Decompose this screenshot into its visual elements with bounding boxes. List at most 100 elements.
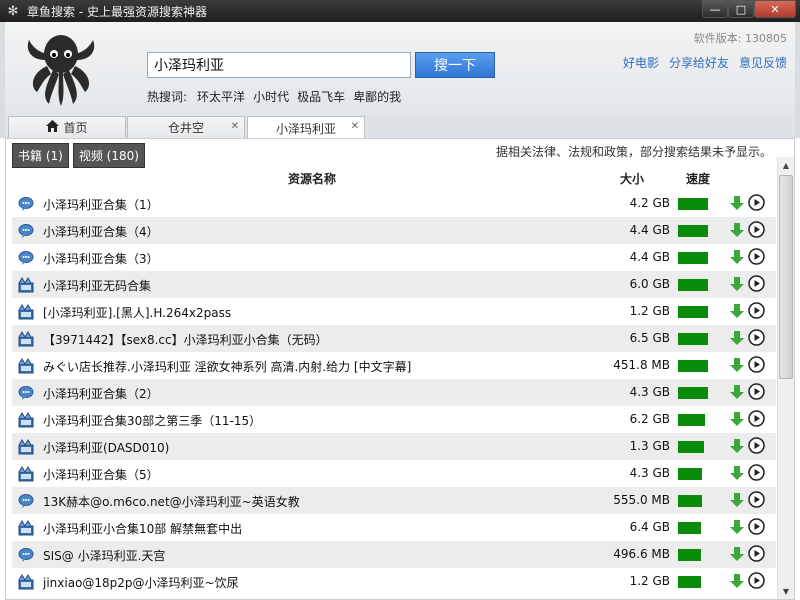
play-icon[interactable] (748, 491, 765, 508)
feedback-link[interactable]: 意见反馈 (739, 54, 787, 71)
resource-name[interactable]: 小泽玛利亚合集30部之第三季（11-15） (43, 412, 261, 429)
table-row[interactable]: jinxiao@18p2p@小泽玛利亚~饮尿 1.2 GB (12, 568, 776, 595)
play-icon[interactable] (748, 464, 765, 481)
download-icon[interactable] (730, 303, 744, 319)
hot-word-link[interactable]: 卑鄙的我 (353, 88, 401, 105)
tab-search-1[interactable]: 仓井空 ✕ (127, 116, 245, 138)
scroll-up-icon[interactable]: ▲ (778, 157, 794, 173)
hot-word-link[interactable]: 环太平洋 (197, 88, 245, 105)
table-row[interactable]: 小泽玛利亚(DASD010) 1.3 GB (12, 433, 776, 460)
table-row[interactable]: 小泽玛利亚无码合集 6.0 GB (12, 271, 776, 298)
table-row[interactable]: 小泽玛利亚合集30部之第三季（11-15） 6.2 GB (12, 406, 776, 433)
tab-home[interactable]: 首页 (8, 116, 126, 138)
play-icon[interactable] (748, 221, 765, 238)
play-icon[interactable] (748, 248, 765, 265)
filter-videos[interactable]: 视频 (180) (72, 143, 145, 168)
resource-size: 1.3 GB (629, 439, 670, 453)
resource-name[interactable]: 小泽玛利亚无码合集 (43, 277, 151, 294)
good-movies-link[interactable]: 好电影 (623, 54, 659, 71)
resource-name[interactable]: [小泽玛利亚].[黑人].H.264x2pass (43, 304, 231, 321)
tab-close-icon[interactable]: ✕ (351, 121, 359, 132)
resource-name[interactable]: 小泽玛利亚合集（5） (43, 466, 159, 483)
tab-label: 首页 (63, 121, 88, 135)
play-icon[interactable] (748, 356, 765, 373)
resource-name[interactable]: みぐい店长推荐.小泽玛利亚 淫欲女神系列 高清.内射.给力 [中文字幕] (43, 358, 411, 375)
table-row[interactable]: 小泽玛利亚合集（4） 4.4 GB (12, 217, 776, 244)
table-row[interactable]: 【3971442】【sex8.cc】小泽玛利亚小合集（无码） 6.5 GB (12, 325, 776, 352)
chat-bubble-icon (18, 493, 34, 509)
vertical-scrollbar[interactable]: ▲ ▼ (777, 157, 794, 599)
legal-notice: 据相关法律、法规和政策，部分搜索结果未予显示。 (495, 145, 772, 159)
header-links: 好电影 分享给好友 意见反馈 (623, 54, 787, 71)
column-header-speed[interactable]: 速度 (686, 170, 710, 187)
play-icon[interactable] (748, 275, 765, 292)
download-icon[interactable] (730, 276, 744, 292)
download-icon[interactable] (730, 384, 744, 400)
resource-name[interactable]: SIS@ 小泽玛利亚.天宫 (43, 547, 165, 564)
speed-bar-fill (678, 468, 702, 480)
resource-name[interactable]: 小泽玛利亚合集（2） (43, 385, 159, 402)
tab-search-2[interactable]: 小泽玛利亚 ✕ (247, 116, 365, 139)
table-row[interactable]: 13K赫本@o.m6co.net@小泽玛利亚~英语女教 555.0 MB (12, 487, 776, 514)
hot-word-link[interactable]: 小时代 (253, 88, 289, 105)
search-button[interactable]: 搜一下 (415, 52, 495, 78)
speed-bar-fill (678, 225, 708, 237)
download-icon[interactable] (730, 573, 744, 589)
download-icon[interactable] (730, 519, 744, 535)
play-icon[interactable] (748, 545, 765, 562)
resource-name[interactable]: 小泽玛利亚合集（3） (43, 250, 159, 267)
download-icon[interactable] (730, 222, 744, 238)
download-icon[interactable] (730, 465, 744, 481)
search-input[interactable] (147, 52, 411, 78)
video-file-icon (18, 358, 34, 374)
close-button[interactable]: ✕ (754, 0, 796, 18)
play-icon[interactable] (748, 329, 765, 346)
table-row[interactable]: みぐい店长推荐.小泽玛利亚 淫欲女神系列 高清.内射.给力 [中文字幕] 451.… (12, 352, 776, 379)
download-icon[interactable] (730, 357, 744, 373)
column-header-name[interactable]: 资源名称 (12, 170, 612, 187)
table-row[interactable]: 小泽玛利亚合集（5） 4.3 GB (12, 460, 776, 487)
scroll-down-icon[interactable]: ▼ (778, 583, 794, 599)
resource-name[interactable]: 小泽玛利亚小合集10部 解禁無套中出 (43, 520, 242, 537)
download-icon[interactable] (730, 411, 744, 427)
download-icon[interactable] (730, 195, 744, 211)
table-row[interactable]: 小泽玛利亚小合集10部 解禁無套中出 6.4 GB (12, 514, 776, 541)
resource-name[interactable]: 【3971442】【sex8.cc】小泽玛利亚小合集（无码） (43, 331, 328, 348)
table-header: 资源名称 大小 速度 (12, 167, 776, 189)
speed-bar (678, 198, 708, 210)
table-row[interactable]: 小泽玛利亚合集（3） 4.4 GB (12, 244, 776, 271)
maximize-button[interactable]: □ (728, 0, 754, 18)
resource-name[interactable]: 13K赫本@o.m6co.net@小泽玛利亚~英语女教 (43, 493, 300, 510)
play-icon[interactable] (748, 194, 765, 211)
play-icon[interactable] (748, 302, 765, 319)
play-icon[interactable] (748, 410, 765, 427)
download-icon[interactable] (730, 546, 744, 562)
minimize-button[interactable]: — (702, 0, 728, 18)
table-row[interactable]: [小泽玛利亚].[黑人].H.264x2pass 1.2 GB (12, 298, 776, 325)
resource-name[interactable]: 小泽玛利亚(DASD010) (43, 439, 169, 456)
play-icon[interactable] (748, 572, 765, 589)
octopus-app-icon: ✻ (7, 3, 19, 19)
resource-name[interactable]: 小泽玛利亚合集（1） (43, 196, 159, 213)
table-row[interactable]: SIS@ 小泽玛利亚.天宫 496.6 MB (12, 541, 776, 568)
play-icon[interactable] (748, 437, 765, 454)
download-icon[interactable] (730, 438, 744, 454)
speed-bar (678, 387, 708, 399)
column-header-size[interactable]: 大小 (620, 170, 644, 187)
download-icon[interactable] (730, 330, 744, 346)
hot-word-link[interactable]: 极品飞车 (297, 88, 345, 105)
table-row[interactable]: 小泽玛利亚合集（2） 4.3 GB (12, 379, 776, 406)
video-file-icon (18, 439, 34, 455)
resource-name[interactable]: 小泽玛利亚合集（4） (43, 223, 159, 240)
play-icon[interactable] (748, 383, 765, 400)
filter-books[interactable]: 书籍 (1) (12, 143, 69, 168)
scroll-thumb[interactable] (779, 175, 793, 379)
play-icon[interactable] (748, 518, 765, 535)
tab-close-icon[interactable]: ✕ (231, 121, 239, 132)
table-row[interactable]: 小泽玛利亚合集（1） 4.2 GB (12, 190, 776, 217)
share-link[interactable]: 分享给好友 (669, 54, 729, 71)
resource-name[interactable]: jinxiao@18p2p@小泽玛利亚~饮尿 (43, 574, 239, 591)
resource-size: 1.2 GB (629, 574, 670, 588)
download-icon[interactable] (730, 249, 744, 265)
download-icon[interactable] (730, 492, 744, 508)
